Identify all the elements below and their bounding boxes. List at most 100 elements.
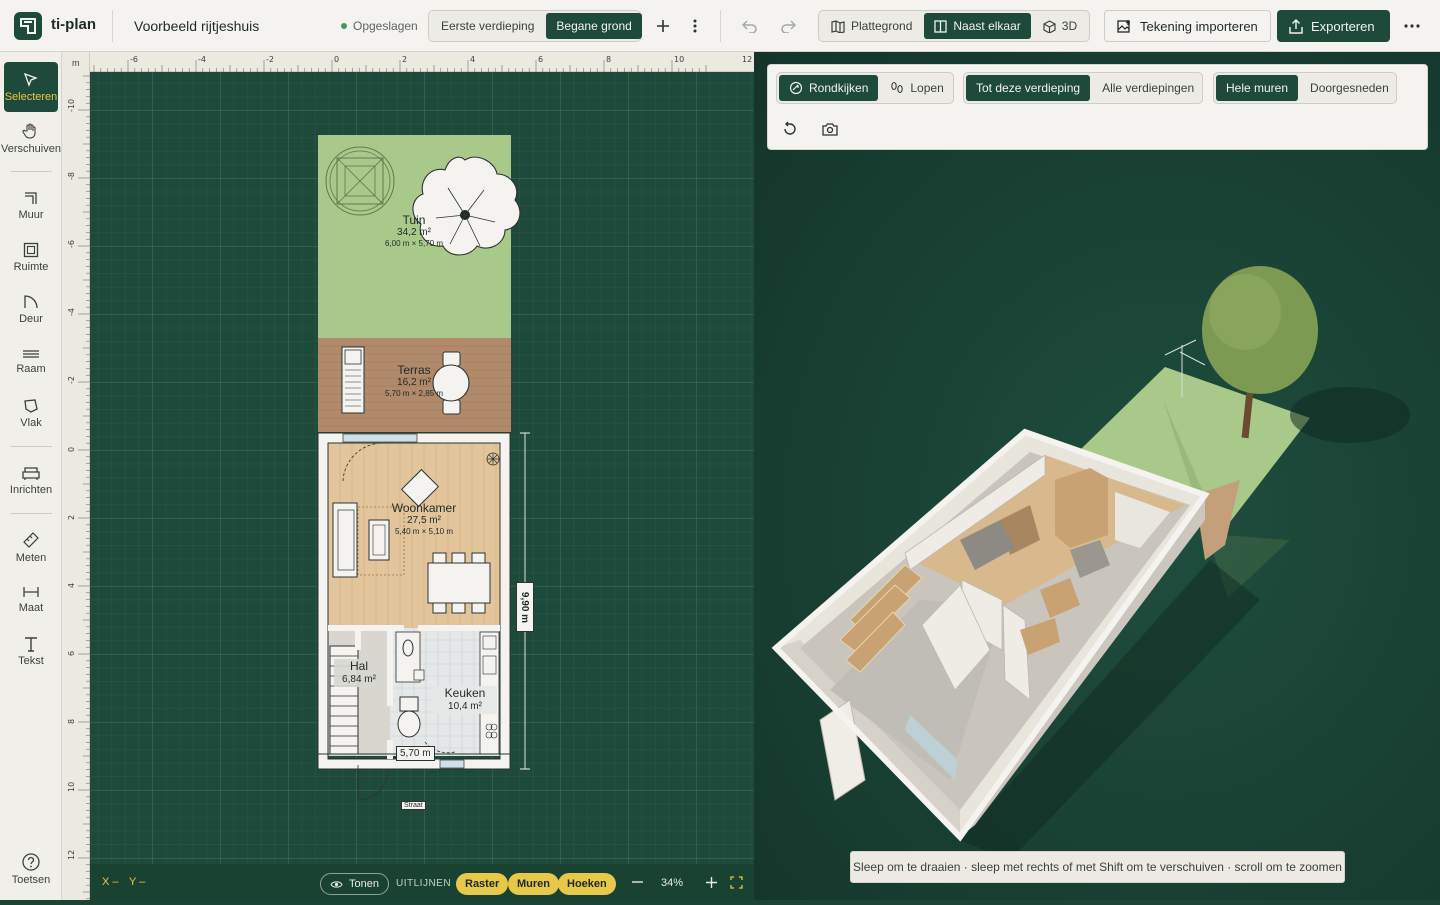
front-door[interactable] bbox=[357, 765, 389, 801]
sunlounger-icon[interactable] bbox=[341, 346, 365, 414]
camera-walk-tab[interactable]: Lopen bbox=[880, 75, 953, 101]
floor-tab-ground[interactable]: Begane grond bbox=[546, 13, 642, 39]
view-tab-plattegrond[interactable]: Plattegrond bbox=[821, 13, 922, 39]
tool-text[interactable]: Tekst bbox=[4, 627, 58, 675]
room-label-garden[interactable]: Tuin 34,2 m² 6,00 m × 5,70 m bbox=[375, 213, 453, 249]
room-area: 10,4 m² bbox=[448, 701, 482, 712]
ruler-tick-label: 2 bbox=[67, 515, 76, 520]
zoom-in-button[interactable] bbox=[702, 873, 720, 891]
room-name: Hal bbox=[349, 659, 368, 673]
snap-walls-toggle[interactable]: Muren bbox=[508, 873, 559, 895]
floor-tab-first[interactable]: Eerste verdieping bbox=[431, 13, 544, 39]
camera-mode-label: Rondkijken bbox=[809, 81, 869, 95]
import-label: Tekening importeren bbox=[1140, 18, 1258, 34]
tool-wall[interactable]: Muur bbox=[4, 181, 58, 229]
width-dimension-label[interactable]: 5,70 m bbox=[396, 746, 435, 761]
door-icon bbox=[24, 294, 38, 308]
snap-grid-toggle[interactable]: Raster bbox=[456, 873, 509, 895]
3d-controls-panel: Rondkijken Lopen Tot deze verdieping All… bbox=[767, 64, 1428, 150]
tool-door[interactable]: Deur bbox=[4, 285, 58, 333]
dimension-icon bbox=[23, 586, 39, 597]
orbit-icon bbox=[789, 81, 803, 95]
tool-label: Muur bbox=[18, 208, 44, 221]
coordinate-y: Y – bbox=[129, 876, 145, 888]
ruler-tick-label: 12 bbox=[67, 850, 76, 860]
snap-corners-toggle[interactable]: Hoeken bbox=[558, 873, 616, 895]
room-label-kitchen[interactable]: Keuken 10,4 m² bbox=[433, 686, 497, 714]
redo-button[interactable] bbox=[776, 14, 800, 38]
show-toggle-button[interactable]: Tonen bbox=[320, 873, 389, 895]
floor-range-up-to-tab[interactable]: Tot deze verdieping bbox=[966, 75, 1091, 101]
window-front[interactable] bbox=[342, 433, 418, 443]
tool-pan[interactable]: Verschuiven bbox=[1, 114, 61, 162]
more-menu-button[interactable] bbox=[1400, 14, 1424, 38]
room-area: 34,2 m² bbox=[397, 227, 431, 239]
document-title[interactable]: Voorbeeld rijtjeshuis bbox=[134, 18, 259, 34]
y-value: – bbox=[139, 876, 146, 888]
room-name: Tuin bbox=[402, 213, 426, 227]
shortcuts-button[interactable]: Toetsen bbox=[4, 842, 58, 896]
fit-to-screen-button[interactable] bbox=[727, 873, 745, 891]
screenshot-button[interactable] bbox=[818, 117, 842, 141]
tool-dimension[interactable]: Maat bbox=[4, 575, 58, 623]
depth-dimension-badge[interactable]: 9,90 m bbox=[516, 582, 534, 632]
tool-select[interactable]: Selecteren bbox=[4, 62, 58, 112]
ruler-tick-label: 6 bbox=[538, 55, 543, 64]
coordinate-x: X – bbox=[102, 876, 119, 888]
reset-icon bbox=[784, 121, 796, 135]
floor-range-all-tab[interactable]: Alle verdiepingen bbox=[1092, 75, 1204, 101]
fullscreen-icon bbox=[729, 875, 743, 889]
tool-label: Toetsen bbox=[11, 873, 51, 886]
redo-icon bbox=[781, 20, 796, 33]
tool-window[interactable]: Raam bbox=[4, 337, 58, 385]
help-icon bbox=[22, 852, 40, 871]
ruler-tick-label: -6 bbox=[67, 240, 76, 248]
split-view-icon bbox=[934, 19, 948, 33]
room-label-living[interactable]: Woonkamer 27,5 m² 5,40 m × 5,10 m bbox=[380, 501, 468, 537]
horizontal-ruler-ticks: -6 -4 -2 0 2 4 6 8 10 12 bbox=[93, 55, 752, 72]
plant-icon[interactable] bbox=[486, 452, 500, 466]
window-street[interactable] bbox=[439, 759, 465, 769]
toilet-icon[interactable] bbox=[395, 631, 425, 683]
view-tab-naast-elkaar[interactable]: Naast elkaar bbox=[924, 13, 1031, 39]
undo-button[interactable] bbox=[738, 14, 762, 38]
tool-label: Vlak bbox=[20, 416, 42, 429]
floorplan-canvas[interactable]: Tuin 34,2 m² 6,00 m × 5,70 m Terras 16,2… bbox=[90, 72, 754, 864]
floor-range-switcher: Tot deze verdieping Alle verdiepingen bbox=[963, 72, 1203, 104]
ruler-tick-label: 0 bbox=[67, 447, 76, 452]
tool-area[interactable]: Vlak bbox=[4, 389, 58, 437]
washbasin-icon[interactable] bbox=[397, 696, 421, 738]
tool-room[interactable]: Ruimte bbox=[4, 233, 58, 281]
sofa-icon[interactable] bbox=[332, 502, 358, 578]
app-name: ti-plan bbox=[51, 16, 96, 33]
room-label-terrace[interactable]: Terras 16,2 m² 5,70 m × 2,85 m bbox=[375, 363, 453, 399]
import-drawing-button[interactable]: Tekening importeren bbox=[1104, 10, 1271, 42]
export-button[interactable]: Exporteren bbox=[1277, 10, 1390, 42]
zoom-out-button[interactable] bbox=[628, 873, 646, 891]
street-label[interactable]: Straat bbox=[401, 801, 426, 810]
room-label-hall[interactable]: Hal 6,84 m² bbox=[334, 659, 384, 687]
ruler-tick-label: 8 bbox=[67, 719, 76, 724]
app-logo-icon[interactable] bbox=[14, 12, 42, 40]
dining-table-icon[interactable] bbox=[427, 552, 491, 614]
add-floor-button[interactable] bbox=[651, 14, 675, 38]
canvas-status-bar: X – Y – Tonen UITLIJNEN Raster Muren Hoe… bbox=[90, 864, 754, 900]
ruler-tick-label: -2 bbox=[266, 55, 274, 64]
view-tab-3d[interactable]: 3D bbox=[1033, 13, 1087, 39]
tool-measure[interactable]: Meten bbox=[4, 523, 58, 571]
camera-orbit-tab[interactable]: Rondkijken bbox=[779, 75, 879, 101]
reset-camera-button[interactable] bbox=[778, 117, 802, 141]
camera-icon bbox=[822, 123, 838, 136]
tool-furnish[interactable]: Inrichten bbox=[4, 456, 58, 504]
camera-mode-switcher: Rondkijken Lopen bbox=[776, 72, 954, 104]
wall-mode-cut-tab[interactable]: Doorgesneden bbox=[1300, 75, 1399, 101]
save-status: Opgeslagen bbox=[341, 19, 418, 33]
ruler-tick-label: -4 bbox=[198, 55, 206, 64]
undo-icon bbox=[742, 20, 757, 33]
map-icon bbox=[831, 19, 845, 33]
wall-mode-full-tab[interactable]: Hele muren bbox=[1216, 75, 1299, 101]
floor-menu-button[interactable] bbox=[683, 14, 707, 38]
ruler-icon bbox=[23, 531, 39, 548]
more-vertical-icon bbox=[693, 19, 697, 33]
3d-viewport[interactable]: Rondkijken Lopen Tot deze verdieping All… bbox=[754, 52, 1440, 900]
